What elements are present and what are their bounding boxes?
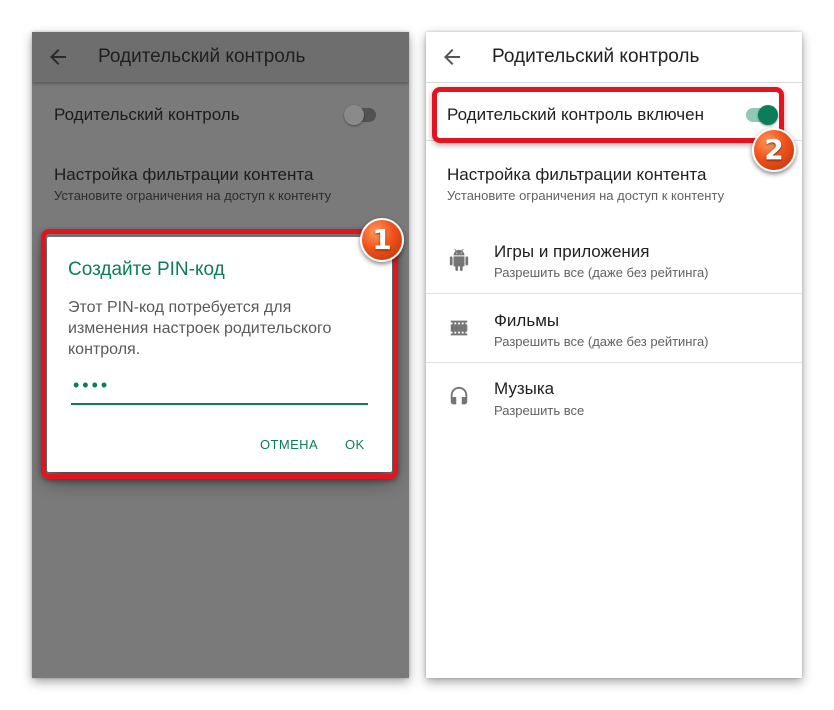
category-subtitle: Разрешить все (даже без рейтинга) <box>494 265 709 280</box>
content-filter-subtitle: Установите ограничения на доступ к конте… <box>54 188 332 203</box>
parental-control-toggle-label: Родительский контроль включен <box>447 105 704 124</box>
create-pin-dialog: Создайте PIN-код Этот PIN-код потребуетс… <box>47 237 392 472</box>
film-icon <box>450 320 468 336</box>
divider <box>426 362 802 363</box>
content-filter-title: Настройка фильтрации контента <box>447 165 707 184</box>
pin-value: •••• <box>73 375 111 395</box>
parental-control-switch[interactable] <box>744 105 778 125</box>
app-bar: Родительский контроль <box>32 32 409 82</box>
right-screen: Родительский контроль Родительский контр… <box>426 32 802 678</box>
page-title: Родительский контроль <box>98 46 306 67</box>
switch-thumb <box>344 105 364 125</box>
android-icon <box>449 249 469 271</box>
category-subtitle: Разрешить все <box>494 403 585 418</box>
pin-input[interactable]: •••• <box>71 375 368 405</box>
divider <box>426 140 802 141</box>
category-subtitle: Разрешить все (даже без рейтинга) <box>494 334 709 349</box>
content-filter-title: Настройка фильтрации контента <box>54 165 314 184</box>
switch-thumb <box>758 105 778 125</box>
page-title: Родительский контроль <box>492 46 700 67</box>
left-screen: Родительский контроль Родительский контр… <box>32 32 409 678</box>
parental-control-toggle-label: Родительский контроль <box>54 105 240 124</box>
dialog-message: Этот PIN-код потребуется для изменения н… <box>68 299 332 358</box>
divider <box>426 293 802 294</box>
headphones-icon <box>450 386 468 405</box>
category-title[interactable]: Игры и приложения <box>494 242 649 262</box>
app-bar: Родительский контроль <box>426 32 802 83</box>
callout-badge-1: 1 <box>360 218 404 262</box>
category-title[interactable]: Музыка <box>494 379 554 399</box>
ok-button[interactable]: OK <box>345 437 365 452</box>
callout-badge-2: 2 <box>752 128 796 172</box>
content-filter-subtitle: Установите ограничения на доступ к конте… <box>447 188 725 203</box>
back-arrow-icon[interactable] <box>46 45 70 69</box>
dialog-title: Создайте PIN-код <box>68 259 225 280</box>
category-title[interactable]: Фильмы <box>494 311 559 331</box>
parental-control-switch[interactable] <box>344 105 378 125</box>
cancel-button[interactable]: ОТМЕНА <box>260 437 318 452</box>
back-arrow-icon[interactable] <box>440 45 464 69</box>
